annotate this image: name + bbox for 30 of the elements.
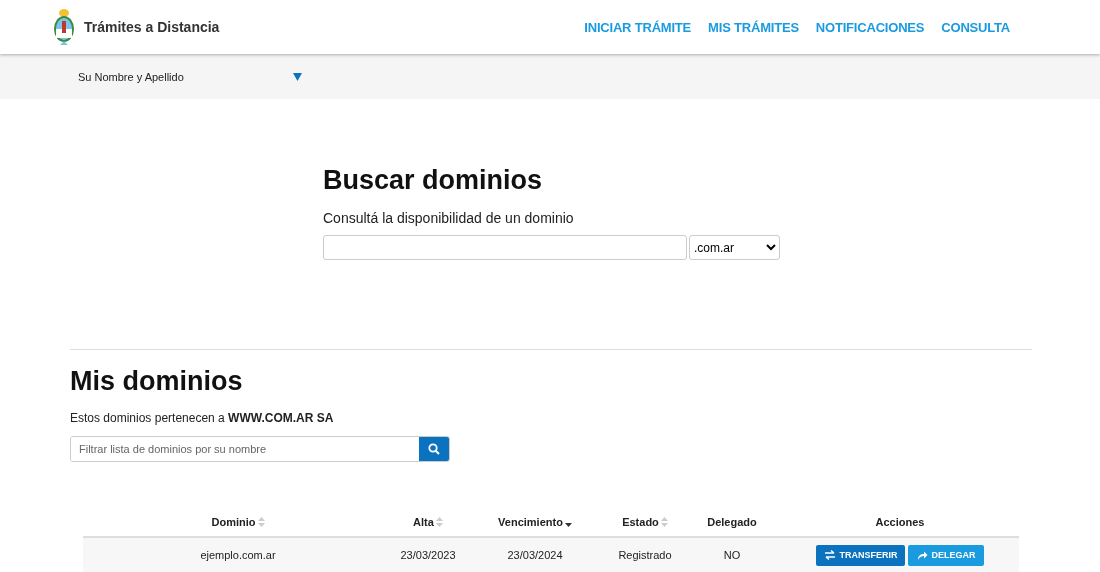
- table-cell-text: 23/03/2024: [506, 549, 564, 561]
- section-title: Buscar dominios: [323, 165, 544, 196]
- column-header[interactable]: Vencimiento: [498, 515, 572, 528]
- domain-input-field[interactable]: [323, 235, 687, 260]
- column-header[interactable]: Estado: [622, 515, 668, 528]
- table-cell-text: Registrado: [617, 549, 673, 561]
- search-button[interactable]: [419, 437, 449, 461]
- transfer-button[interactable]: TRANSFERIR: [816, 544, 906, 566]
- table-cell-text: 23/03/2023: [399, 549, 457, 561]
- table-cell-text: NO: [722, 549, 742, 561]
- sort-icon[interactable]: [435, 516, 443, 527]
- column-header: Acciones: [875, 515, 925, 528]
- owner-text: Estos dominios pertenecen a WWW.COM.AR SA: [70, 411, 335, 425]
- extension-select[interactable]: .com.ar: [689, 235, 780, 260]
- column-header[interactable]: Dominio: [211, 515, 265, 528]
- sort-icon[interactable]: [660, 516, 668, 527]
- section-subtitle: Consultá la disponibilidad de un dominio: [323, 210, 575, 226]
- site-title: Trámites a Distancia: [84, 19, 220, 35]
- column-header[interactable]: Alta: [413, 515, 443, 528]
- sort-icon[interactable]: [257, 516, 265, 527]
- column-header: Delegado: [707, 515, 757, 528]
- user-menu[interactable]: Su Nombre y Apellido: [78, 70, 302, 83]
- search-icon: [428, 443, 440, 455]
- dropdown-caret-icon: [293, 72, 302, 81]
- table-cell-text: ejemplo.com.ar: [199, 549, 277, 561]
- share-icon: [916, 549, 929, 561]
- coat-of-arms-logo: [52, 7, 76, 47]
- transfer-icon: [824, 549, 837, 561]
- filter-field[interactable]: Filtrar lista de dominios por su nombre: [70, 436, 450, 462]
- section-title: Mis dominios: [70, 366, 244, 397]
